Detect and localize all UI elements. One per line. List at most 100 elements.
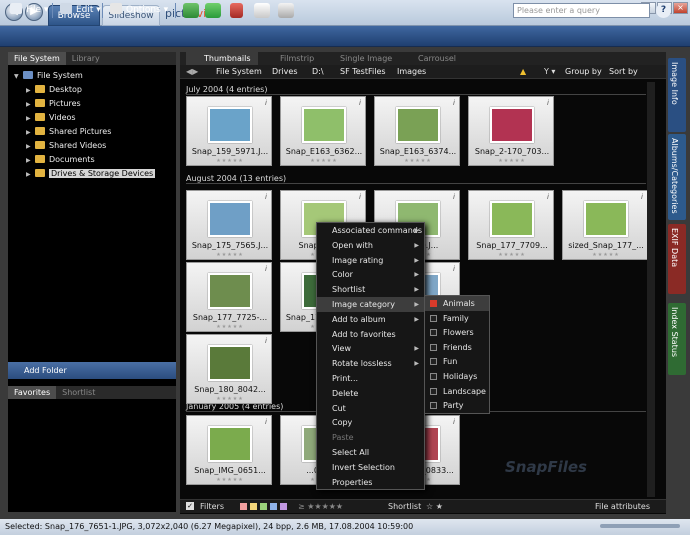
side-panel-image-info[interactable]: Image Info bbox=[668, 58, 686, 132]
info-icon[interactable]: i bbox=[453, 265, 455, 273]
sync-icon[interactable] bbox=[205, 3, 221, 18]
tree-item-file-system[interactable]: ▼ File System bbox=[14, 69, 176, 83]
breadcrumb-item[interactable]: SF TestFiles bbox=[340, 65, 386, 79]
menu-item[interactable]: Add to album ▶ bbox=[317, 312, 424, 327]
color-filter-purple[interactable] bbox=[280, 503, 287, 510]
color-filter-blue[interactable] bbox=[270, 503, 277, 510]
tree-item-shared-pictures[interactable]: ▶ Shared Pictures bbox=[14, 125, 176, 139]
breadcrumb-item[interactable]: Images bbox=[397, 65, 426, 79]
scrollbar[interactable] bbox=[647, 82, 655, 497]
info-icon[interactable]: i bbox=[265, 193, 267, 201]
rating-stars[interactable]: ★★★★★ bbox=[281, 158, 367, 164]
rating-stars[interactable]: ★★★★★ bbox=[469, 252, 555, 258]
category-item[interactable]: Flowers bbox=[425, 325, 489, 340]
menu-item[interactable]: Paste bbox=[317, 430, 424, 445]
rating-stars[interactable]: ★★★★★ bbox=[187, 324, 273, 330]
info-icon[interactable]: i bbox=[641, 193, 643, 201]
category-item[interactable]: Holidays bbox=[425, 369, 489, 384]
group-header[interactable]: August 2004 (13 entries) bbox=[186, 173, 646, 184]
tree-item-videos[interactable]: ▶ Videos bbox=[14, 111, 176, 125]
search-input[interactable]: Please enter a query bbox=[513, 3, 650, 18]
tree-item-pictures[interactable]: ▶ Pictures bbox=[14, 97, 176, 111]
tree-item-drives[interactable]: ▶ Drives & Storage Devices bbox=[14, 167, 176, 181]
thumbnail-item[interactable]: Snap_177_7725-... ★★★★★ i bbox=[186, 262, 272, 332]
info-icon[interactable]: i bbox=[547, 193, 549, 201]
side-panel-exif[interactable]: EXIF Data bbox=[668, 224, 686, 294]
add-folder-button[interactable]: Add Folder bbox=[8, 362, 176, 379]
category-item[interactable]: Landscape bbox=[425, 384, 489, 399]
tab-thumbnails[interactable]: Thumbnails bbox=[186, 52, 258, 65]
info-icon[interactable]: i bbox=[265, 337, 267, 345]
rating-stars[interactable]: ★★★★★ bbox=[187, 396, 273, 402]
rating-stars[interactable]: ★★★★★ bbox=[187, 158, 273, 164]
menu-item[interactable]: Copy bbox=[317, 415, 424, 430]
category-item[interactable]: Animals bbox=[425, 296, 489, 311]
thumbnail-item[interactable]: sized_Snap_177_... ★★★★★ i bbox=[562, 190, 648, 260]
category-item[interactable]: Family bbox=[425, 311, 489, 326]
print-icon[interactable] bbox=[278, 3, 294, 18]
side-panel-albums[interactable]: Albums/Categories bbox=[668, 134, 686, 220]
thumbnail-item[interactable]: Snap_E163_6374... ★★★★★ i bbox=[374, 96, 460, 166]
rating-stars[interactable]: ★★★★★ bbox=[469, 158, 555, 164]
filter-icon[interactable]: ▲ bbox=[520, 65, 526, 79]
menu-item[interactable]: Invert Selection bbox=[317, 460, 424, 475]
menu-item[interactable]: Open with ▶ bbox=[317, 238, 424, 253]
breadcrumb-root-icon[interactable]: ◀▶ bbox=[186, 65, 198, 79]
menu-item[interactable]: View ▶ bbox=[317, 341, 424, 356]
menu-item[interactable]: Associated commands ▶ bbox=[317, 223, 424, 238]
tab-shortlist[interactable]: Shortlist bbox=[56, 386, 101, 399]
file-attributes-button[interactable]: File attributes bbox=[595, 501, 650, 513]
info-icon[interactable]: i bbox=[453, 418, 455, 426]
help-button[interactable]: ? bbox=[656, 3, 671, 18]
thumbnail-item[interactable]: Snap_E163_6362... ★★★★★ i bbox=[280, 96, 366, 166]
info-icon[interactable]: i bbox=[359, 193, 361, 201]
menu-item[interactable]: Rotate lossless ▶ bbox=[317, 356, 424, 371]
side-panel-index-status[interactable]: Index Status bbox=[668, 303, 686, 375]
shortlist-star-icons[interactable]: ☆ ★ bbox=[426, 500, 443, 513]
rating-stars[interactable]: ★★★★★ bbox=[187, 477, 273, 483]
sort-by-button[interactable]: Sort by bbox=[609, 65, 638, 79]
tab-file-system[interactable]: File System bbox=[8, 52, 66, 65]
menu-item[interactable]: Color ▶ bbox=[317, 267, 424, 282]
color-filter-yellow[interactable] bbox=[250, 503, 257, 510]
file-menu-button[interactable]: File ▾ bbox=[10, 2, 48, 19]
menu-item[interactable]: Cut bbox=[317, 401, 424, 416]
tree-item-documents[interactable]: ▶ Documents bbox=[14, 153, 176, 167]
close-button[interactable]: × bbox=[673, 2, 688, 14]
tab-single-image[interactable]: Single Image bbox=[322, 52, 404, 65]
info-icon[interactable]: i bbox=[547, 99, 549, 107]
tree-item-shared-videos[interactable]: ▶ Shared Videos bbox=[14, 139, 176, 153]
menu-item[interactable]: Add to favorites bbox=[317, 327, 424, 342]
menu-item[interactable]: Image rating ▶ bbox=[317, 253, 424, 268]
rating-stars[interactable]: ★★★★★ bbox=[375, 158, 461, 164]
rating-stars[interactable]: ★★★★★ bbox=[187, 252, 273, 258]
zoom-slider[interactable] bbox=[600, 524, 680, 528]
tree-item-desktop[interactable]: ▶ Desktop bbox=[14, 83, 176, 97]
info-icon[interactable]: i bbox=[359, 99, 361, 107]
breadcrumb-item[interactable]: File System bbox=[216, 65, 262, 79]
tab-carrousel[interactable]: Carrousel bbox=[400, 52, 480, 65]
category-item[interactable]: Fun bbox=[425, 354, 489, 369]
info-icon[interactable]: i bbox=[265, 418, 267, 426]
thumbnail-item[interactable]: Snap_180_8042... ★★★★★ i bbox=[186, 334, 272, 404]
tab-favorites[interactable]: Favorites bbox=[8, 386, 57, 399]
color-filter-green[interactable] bbox=[260, 503, 267, 510]
slideshow-icon[interactable] bbox=[254, 3, 270, 18]
thumbnail-item[interactable]: Snap_177_7709... ★★★★★ i bbox=[468, 190, 554, 260]
menu-item[interactable]: Print... bbox=[317, 371, 424, 386]
menu-item[interactable]: Properties bbox=[317, 475, 424, 490]
thumbnail-item[interactable]: Snap_159_5971.J... ★★★★★ i bbox=[186, 96, 272, 166]
breadcrumb-item[interactable]: D:\ bbox=[312, 65, 324, 79]
info-icon[interactable]: i bbox=[265, 99, 267, 107]
rating-stars[interactable]: ★★★★★ bbox=[563, 252, 649, 258]
menu-item[interactable]: Select All bbox=[317, 445, 424, 460]
color-filter-red[interactable] bbox=[240, 503, 247, 510]
thumbnail-item[interactable]: Snap_175_7565.J... ★★★★★ i bbox=[186, 190, 272, 260]
menu-item[interactable]: Delete bbox=[317, 386, 424, 401]
category-item[interactable]: Party bbox=[425, 398, 489, 413]
info-icon[interactable]: i bbox=[453, 193, 455, 201]
stop-icon[interactable] bbox=[230, 3, 243, 18]
options-menu-button[interactable]: Options ▾ bbox=[110, 2, 168, 19]
group-by-button[interactable]: Group by bbox=[565, 65, 602, 79]
info-icon[interactable]: i bbox=[265, 265, 267, 273]
